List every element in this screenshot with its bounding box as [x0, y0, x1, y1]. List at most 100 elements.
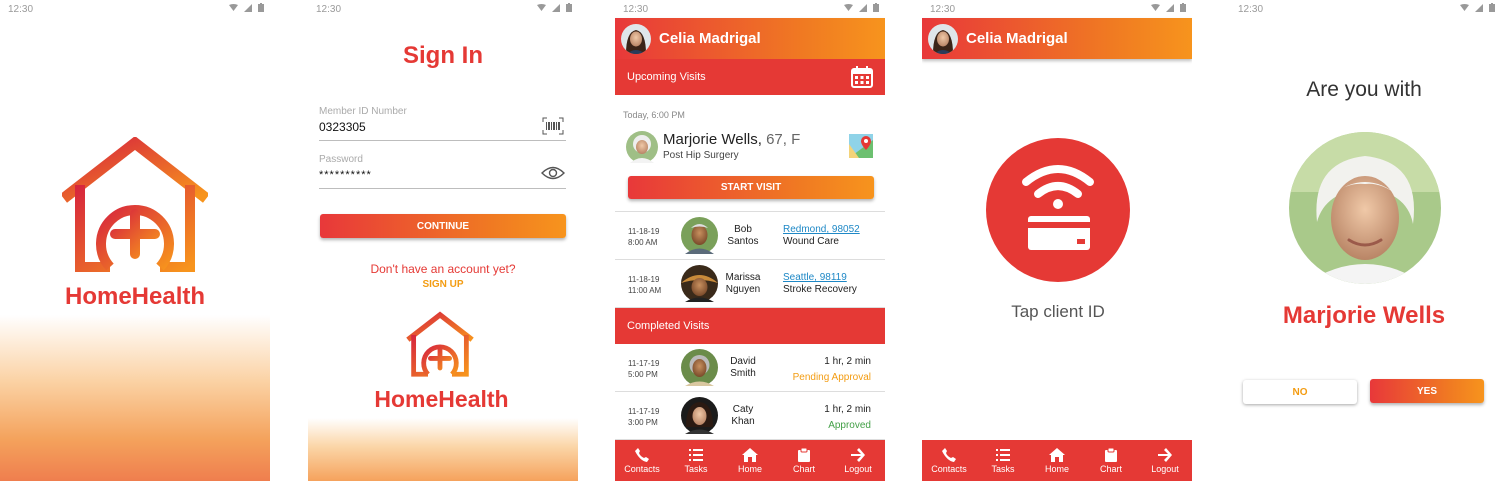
nav-tasks[interactable]: Tasks: [671, 448, 721, 474]
password-underline: [319, 188, 566, 189]
patient-first-name: Bob: [734, 224, 752, 235]
status-bar: 12:30: [308, 0, 578, 18]
nav-home[interactable]: Home: [1032, 447, 1082, 474]
status-time: 12:30: [8, 4, 34, 15]
status-bar: 12:30: [0, 0, 270, 18]
confirm-question: Are you with: [1306, 78, 1422, 101]
featured-patient: Marjorie Wells, 67, F: [663, 131, 800, 148]
signup-link[interactable]: SIGN UP: [308, 279, 578, 290]
status-bar: 12:30: [1230, 0, 1501, 18]
nav-tasks-label: Tasks: [684, 463, 708, 474]
nfc-card-icon[interactable]: [986, 138, 1130, 282]
no-account-text: Don't have an account yet?: [370, 262, 516, 276]
avatar[interactable]: [621, 23, 651, 54]
visit-datetime: 11-17-19 5:00 PM: [628, 358, 659, 380]
phone-icon: [942, 447, 956, 462]
nav-chart[interactable]: Chart: [1086, 447, 1136, 474]
password-field[interactable]: **********: [319, 169, 539, 181]
nav-chart[interactable]: Chart: [779, 447, 829, 474]
upcoming-visits-header: Upcoming Visits: [615, 59, 885, 95]
visits-screen: 12:30 Celia Madrigal Upcoming Visits Tod…: [615, 0, 885, 481]
featured-visit-card[interactable]: Today, 6:00 PM Marjorie Wells, 67, F Pos…: [615, 95, 885, 212]
eye-icon[interactable]: [541, 166, 565, 180]
status-bar: 12:30: [615, 0, 885, 18]
featured-patient-age: 67, F: [766, 131, 801, 148]
patient-photo: [681, 397, 718, 434]
nav-contacts[interactable]: Contacts: [617, 447, 667, 474]
confirm-patient-screen: 12:30 Are you with Marjorie Wells NO YES: [1230, 0, 1501, 481]
arrow-right-icon: [851, 447, 865, 462]
nav-logout[interactable]: Logout: [1140, 447, 1190, 474]
nav-home[interactable]: Home: [725, 447, 775, 474]
signin-screen: 12:30 Sign In Member ID Number 0323305 P…: [308, 0, 578, 481]
patient-first-name: Caty: [732, 404, 754, 415]
splash-gradient: [0, 315, 270, 481]
user-name: Celia Madrigal: [659, 30, 761, 47]
start-visit-button[interactable]: START VISIT: [628, 176, 874, 199]
signal-icon: [859, 3, 867, 12]
no-button[interactable]: NO: [1243, 380, 1357, 404]
visit-row-santos[interactable]: 11-18-19 8:00 AM Bob Santos Redmond, 980…: [615, 212, 885, 260]
nav-home-label: Home: [1044, 463, 1069, 474]
visit-reason: Wound Care: [783, 236, 839, 247]
visit-row-khan[interactable]: 11-17-19 3:00 PM Caty Khan 1 hr, 2 min A…: [615, 392, 885, 440]
featured-patient-name: Marjorie Wells,: [663, 131, 762, 148]
visit-date: 11-17-19: [628, 359, 660, 368]
upcoming-visits-title: Upcoming Visits: [627, 71, 706, 83]
status-badge: Approved: [828, 420, 871, 431]
patient-last-name: Santos: [727, 236, 759, 247]
status-time: 12:30: [1238, 4, 1264, 15]
featured-visit-time: Today, 6:00 PM: [623, 110, 685, 120]
visit-date: 11-18-19: [628, 275, 660, 284]
status-icons: [537, 3, 572, 12]
completed-visits-header: Completed Visits: [615, 308, 885, 344]
visit-date: 11-17-19: [628, 407, 660, 416]
visit-duration: 1 hr, 2 min: [824, 404, 871, 415]
signal-icon: [1166, 3, 1174, 12]
splash-screen: 12:30 HomeHealth: [0, 0, 270, 481]
member-id-underline: [319, 140, 566, 141]
battery-icon: [873, 3, 879, 12]
patient-name: Marissa Nguyen: [718, 272, 768, 296]
signin-gradient: [308, 418, 578, 481]
wifi-icon: [844, 4, 853, 11]
nav-logout[interactable]: Logout: [833, 447, 883, 474]
nav-tasks[interactable]: Tasks: [978, 448, 1028, 474]
visit-row-smith[interactable]: 11-17-19 5:00 PM David Smith 1 hr, 2 min…: [615, 344, 885, 392]
patient-name: David Smith: [718, 356, 768, 380]
signal-icon: [244, 3, 252, 12]
continue-button[interactable]: CONTINUE: [320, 214, 566, 238]
home-icon: [742, 447, 758, 462]
calendar-icon[interactable]: [851, 66, 873, 88]
patient-photo: [626, 131, 658, 163]
patient-last-name: Smith: [730, 368, 756, 379]
status-time: 12:30: [930, 4, 956, 15]
visit-location-link[interactable]: Redmond, 98052: [783, 224, 860, 235]
phone-icon: [635, 447, 649, 462]
patient-name: Marjorie Wells: [1282, 302, 1446, 329]
visit-location-link[interactable]: Seattle, 98119: [783, 272, 847, 283]
avatar[interactable]: [928, 23, 958, 54]
nav-contacts[interactable]: Contacts: [924, 447, 974, 474]
patient-photo: [681, 217, 718, 254]
patient-first-name: David: [730, 356, 756, 367]
barcode-scan-icon[interactable]: [542, 117, 564, 135]
wifi-icon: [1460, 4, 1469, 11]
visit-row-nguyen[interactable]: 11-18-19 11:00 AM Marissa Nguyen Seattle…: [615, 260, 885, 308]
visit-reason: Stroke Recovery: [783, 284, 857, 295]
battery-icon: [1489, 3, 1495, 12]
wifi-icon: [1151, 4, 1160, 11]
status-time: 12:30: [623, 4, 649, 15]
visit-datetime: 11-17-19 3:00 PM: [628, 406, 659, 428]
password-label: Password: [319, 154, 363, 165]
patient-last-name: Khan: [731, 416, 755, 427]
bottom-nav: Contacts Tasks Home Chart Logout: [615, 440, 885, 481]
patient-first-name: Marissa: [725, 272, 761, 283]
map-icon[interactable]: [849, 134, 873, 158]
yes-button[interactable]: YES: [1370, 379, 1484, 403]
nav-chart-label: Chart: [792, 463, 815, 474]
battery-icon: [566, 3, 572, 12]
member-id-label: Member ID Number: [319, 106, 407, 117]
patient-name: Caty Khan: [718, 404, 768, 428]
member-id-field[interactable]: 0323305: [319, 120, 539, 134]
